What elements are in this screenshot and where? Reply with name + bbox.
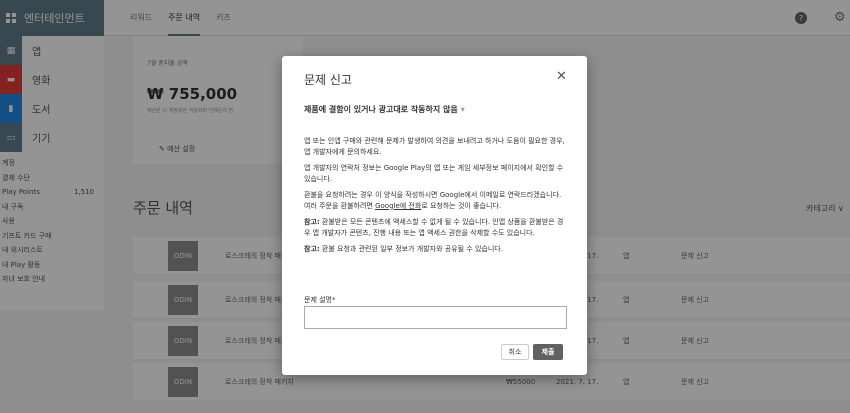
dialog-paragraph: 앱 또는 인앱 구매와 관련해 문제가 발생하여 의견을 보내려고 하거나 도움… (304, 137, 565, 156)
note-label: 참고: (304, 218, 320, 226)
dialog-paragraph: 환불을 요청하려는 경우 이 양식을 작성하시면 Google에서 이메일로 연… (304, 190, 566, 211)
dialog-paragraph: 앱 개발자의 연락처 정보는 Google Play의 앱 또는 게임 세부정보… (304, 164, 564, 183)
report-problem-dialog: 문제 신고 ✕ 제품에 결함이 있거나 광고대로 작동하지 않음 ▾ 앱 또는 인… (282, 56, 587, 375)
reason-selected: 제품에 결함이 있거나 광고대로 작동하지 않음 (304, 105, 458, 114)
dialog-note: 참고: 환불받은 모든 콘텐츠에 액세스할 수 없게 될 수 있습니다. 인앱 … (304, 217, 566, 238)
dialog-title: 문제 신고 (304, 73, 352, 87)
description-input[interactable] (304, 306, 567, 329)
cancel-button[interactable]: 취소 (501, 344, 529, 360)
refund-text-end: 로 요청하는 것이 좋습니다. (421, 201, 502, 210)
submit-button[interactable]: 제출 (533, 344, 563, 360)
dialog-body: 앱 또는 인앱 구매와 관련해 문제가 발생하여 의견을 보내려고 하거나 도움… (304, 136, 566, 261)
description-label: 문제 설명* (304, 296, 336, 304)
note-text: 환불받은 모든 콘텐츠에 액세스할 수 없게 될 수 있습니다. 인앱 상품을 … (304, 218, 564, 237)
note-text: 환불 요청과 관련된 일부 정보가 개발자와 공유될 수 있습니다. (319, 245, 503, 253)
caret-down-icon: ▾ (460, 105, 465, 114)
call-google-link[interactable]: Google에 전화 (375, 202, 421, 210)
reason-dropdown[interactable]: 제품에 결함이 있거나 광고대로 작동하지 않음 ▾ (304, 104, 465, 115)
close-icon[interactable]: ✕ (556, 69, 567, 84)
note-label: 참고: (304, 245, 320, 253)
dialog-note: 참고: 환불 요청과 관련된 일부 정보가 개발자와 공유될 수 있습니다. (304, 244, 566, 255)
